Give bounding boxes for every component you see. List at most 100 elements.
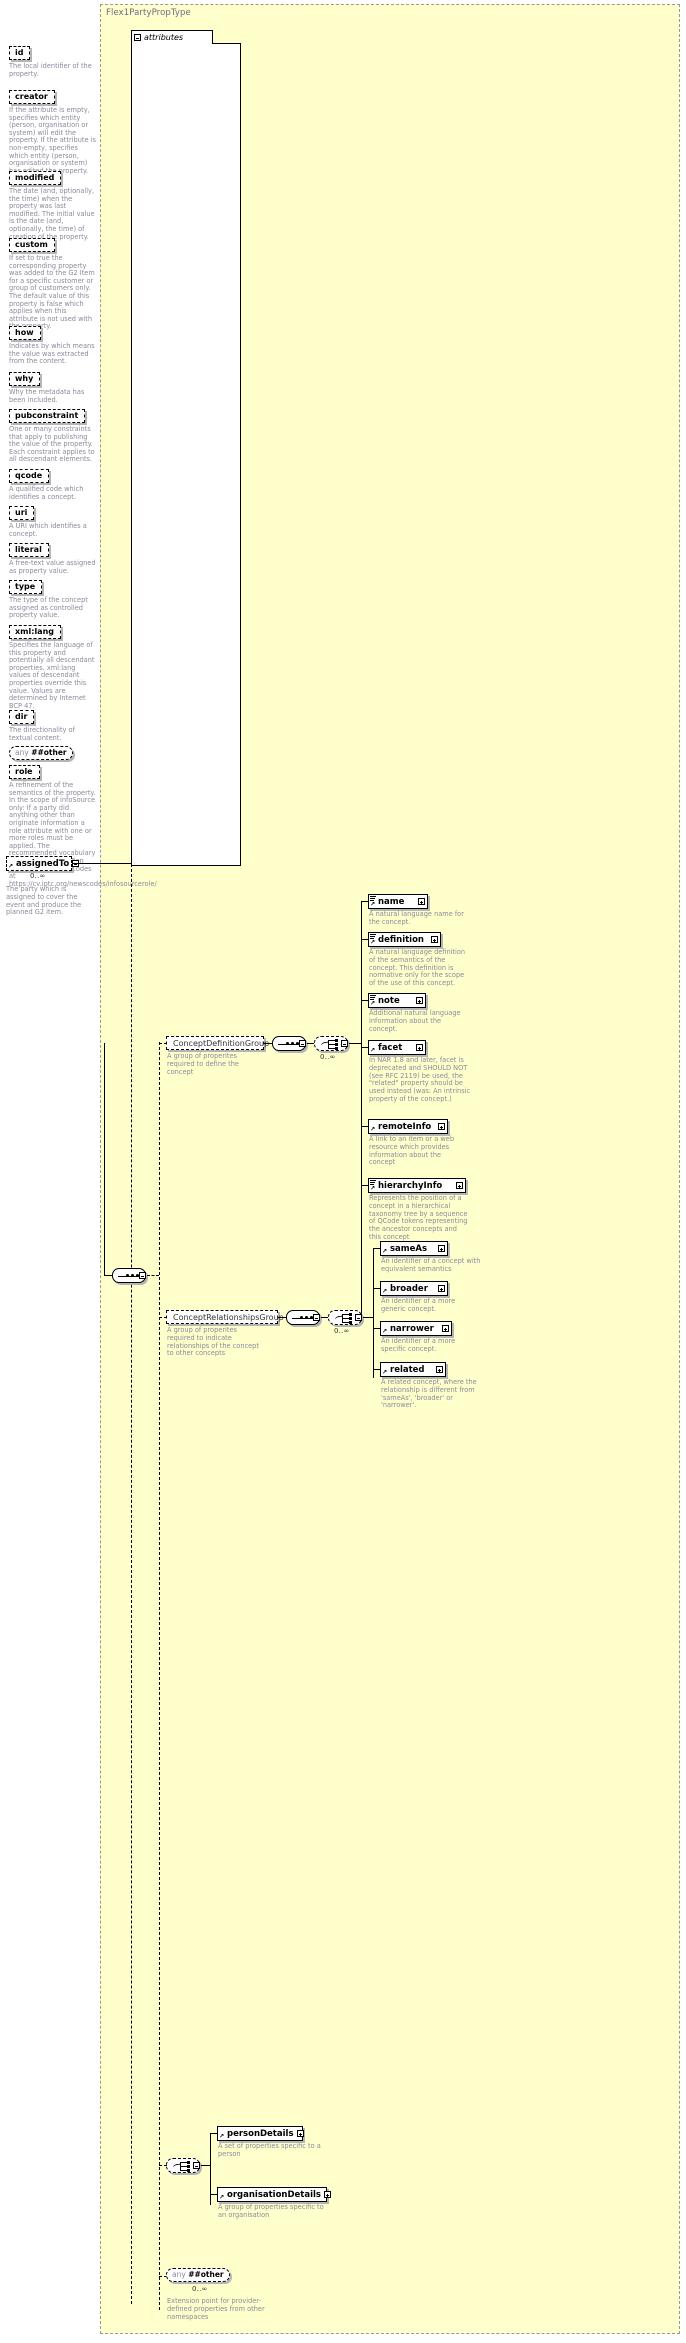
connector [201, 2165, 210, 2166]
main-sequence-collapse-icon[interactable] [139, 1272, 146, 1279]
attributes-header[interactable]: attributes [131, 30, 213, 44]
attribute-name[interactable]: literal [9, 543, 49, 557]
cdg-choice-collapse-icon[interactable] [341, 1040, 348, 1047]
expand-plus-icon[interactable] [431, 936, 438, 943]
any-attribute[interactable]: any ##other [9, 746, 73, 760]
attribute-name[interactable]: role [9, 765, 40, 779]
node-related[interactable]: ↗ related [380, 1362, 446, 1377]
type-arrow-icon: ↗ [370, 939, 376, 946]
expand-plus-icon[interactable] [438, 1285, 445, 1292]
attribute-name[interactable]: creator [9, 90, 55, 104]
group-label: ConceptDefinitionGroup [173, 1038, 270, 1048]
any-attribute-chip[interactable]: any ##other [9, 746, 73, 760]
attribute-how[interactable]: how Indicates by which means the value w… [9, 326, 95, 365]
doc-lines-icon [370, 934, 376, 939]
group-ConceptDefinitionGroup[interactable]: ConceptDefinitionGroup [166, 1036, 281, 1050]
details-choice-collapse-icon[interactable] [193, 2162, 200, 2169]
attribute-uri[interactable]: uri A URI which identifies a concept. [9, 506, 87, 537]
node-narrower[interactable]: ↗ narrower [380, 1321, 452, 1336]
group-ConceptRelationshipsGroup[interactable]: ConceptRelationshipsGroup [166, 1310, 295, 1324]
expand-plus-icon[interactable] [456, 1182, 463, 1189]
attribute-name[interactable]: how [9, 326, 41, 340]
expand-plus-icon[interactable] [296, 2130, 304, 2137]
attribute-id[interactable]: id The local identifier of the property. [9, 46, 92, 77]
node-doc: Represents the position of a concept in … [369, 1194, 468, 1241]
attribute-xml-lang[interactable]: xml:lang Specifies the language of this … [9, 625, 95, 710]
connector [307, 1043, 314, 1044]
expand-plus-icon[interactable] [418, 898, 425, 905]
choice-icon [172, 2161, 195, 2172]
node-label: hierarchyInfo [378, 1180, 443, 1191]
attribute-name[interactable]: why [9, 372, 41, 386]
attribute-dir[interactable]: dir The directionality of textual conten… [9, 710, 75, 741]
node-label: name [378, 896, 405, 907]
node-definition[interactable]: ↗ definition [368, 932, 441, 947]
type-arrow-icon: ↗ [370, 1185, 376, 1192]
connector [373, 1328, 381, 1329]
choice-icon [320, 1039, 343, 1050]
attribute-custom[interactable]: custom If set to true the corresponding … [9, 238, 95, 330]
expand-plus-icon[interactable] [416, 997, 423, 1004]
node-hierarchyInfo[interactable]: ↗ hierarchyInfo [368, 1178, 466, 1193]
attribute-name[interactable]: id [9, 46, 31, 60]
type-spine [131, 864, 132, 2304]
node-remoteInfo[interactable]: ↗ remoteInfo [368, 1119, 448, 1134]
attribute-why[interactable]: why Why the metadata has been included. [9, 372, 84, 403]
assignedTo-cardinality: 0..∞ [30, 872, 46, 880]
any-element-chip[interactable]: any ##other [166, 2268, 230, 2282]
attribute-pubconstraint[interactable]: pubconstraint One or many constraints th… [9, 409, 95, 463]
group-doc: A group of properites required to indica… [167, 1326, 259, 1358]
node-label: organisationDetails [227, 2189, 321, 2200]
attribute-name[interactable]: qcode [9, 469, 50, 483]
node-doc: A related concept, where the relationshi… [381, 1378, 477, 1410]
any-element-doc: Extension point for provider-defined pro… [167, 2297, 265, 2321]
attribute-name[interactable]: dir [9, 710, 35, 724]
attribute-doc: The local identifier of the property. [9, 62, 92, 78]
expand-plus-icon[interactable] [442, 1325, 449, 1332]
node-organisationDetails[interactable]: ↗ organisationDetails [217, 2187, 331, 2202]
attribute-name[interactable]: xml:lang [9, 625, 61, 639]
node-facet[interactable]: ↗ facet [368, 1040, 426, 1055]
attribute-role[interactable]: role A refinement of the semantics of th… [9, 765, 157, 888]
expand-plus-icon[interactable] [416, 1044, 423, 1051]
node-sameAs[interactable]: ↗ sameAs [380, 1241, 448, 1256]
expand-plus-icon[interactable] [438, 1123, 445, 1130]
node-doc: An identifier of a more specific concept… [381, 1337, 456, 1353]
attribute-modified[interactable]: modified The date (and, optionally, the … [9, 171, 95, 240]
node-name[interactable]: ↗ name [368, 894, 428, 909]
node-doc: Additional natural language information … [369, 1009, 461, 1033]
type-arrow-icon: ↗ [370, 1126, 376, 1133]
attribute-name[interactable]: pubconstraint [9, 409, 86, 423]
node-personDetails[interactable]: ↗ personDetails [217, 2126, 304, 2141]
attribute-creator[interactable]: creator If the attribute is empty, speci… [9, 90, 96, 175]
attribute-literal[interactable]: literal A free-text value assigned as pr… [9, 543, 96, 574]
node-note[interactable]: ↗ note [368, 993, 426, 1008]
type-arrow-icon: ↗ [382, 1248, 388, 1255]
connector [159, 2165, 167, 2166]
attribute-name[interactable]: modified [9, 171, 62, 185]
attribute-type[interactable]: type The type of the concept assigned as… [9, 580, 88, 619]
connector [373, 1248, 381, 1249]
crg-cardinality: 0..∞ [334, 1327, 350, 1335]
type-arrow-icon: ↗ [370, 1000, 376, 1007]
cdg-seq-collapse-icon[interactable] [299, 1040, 306, 1047]
expand-plus-icon[interactable] [436, 1366, 443, 1373]
connector [373, 1248, 374, 1378]
attribute-name[interactable]: uri [9, 506, 35, 520]
any-element[interactable]: any ##other [166, 2268, 230, 2282]
collapse-minus-icon[interactable] [134, 34, 141, 41]
node-broader[interactable]: ↗ broader [380, 1281, 448, 1296]
crg-seq-collapse-icon[interactable] [313, 1314, 320, 1321]
any-prefix: any [15, 748, 29, 757]
connector [159, 1043, 167, 1044]
attribute-doc: The directionality of textual content. [9, 726, 75, 742]
expand-plus-icon[interactable] [324, 2191, 331, 2198]
node-assignedTo[interactable]: ↗ assignedTo [6, 856, 80, 871]
attribute-qcode[interactable]: qcode A qualified code which identifies … [9, 469, 83, 500]
connector [72, 863, 131, 864]
crg-choice-collapse-icon[interactable] [355, 1314, 362, 1321]
attribute-name[interactable]: type [9, 580, 43, 594]
expand-plus-icon[interactable] [438, 1245, 445, 1252]
attribute-doc: Why the metadata has been included. [9, 388, 85, 404]
attribute-name[interactable]: custom [9, 238, 55, 252]
